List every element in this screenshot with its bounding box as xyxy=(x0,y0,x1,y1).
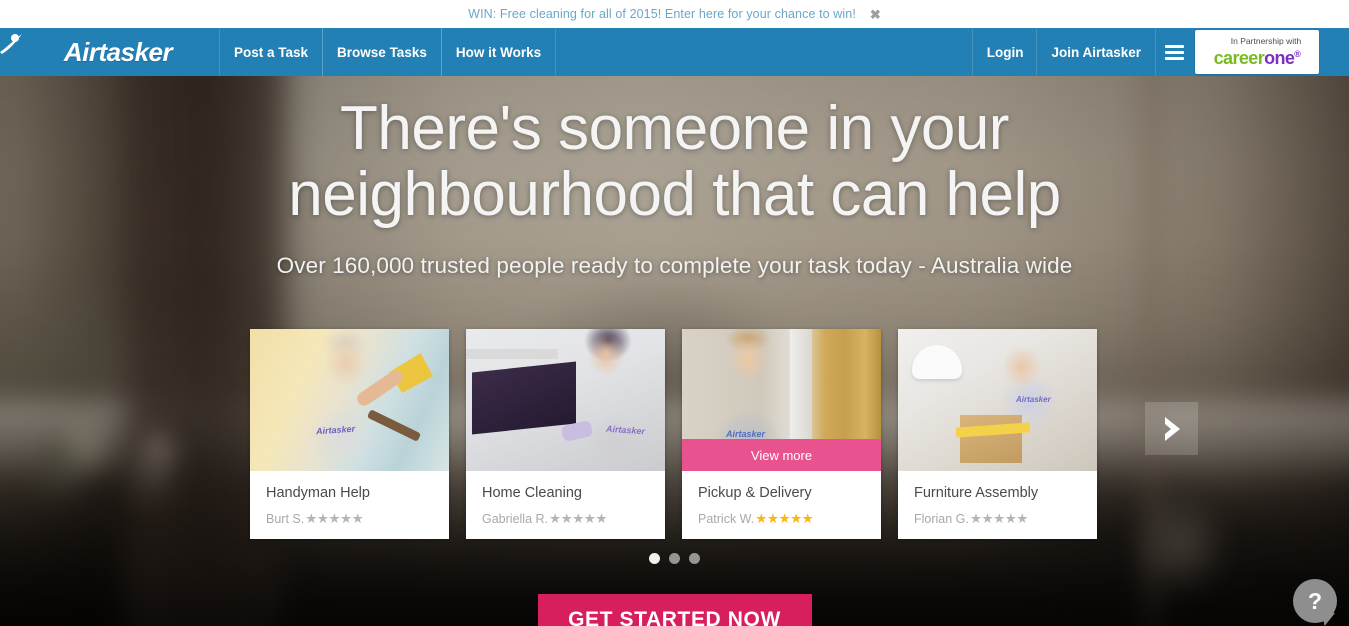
task-card-title: Furniture Assembly xyxy=(914,485,1039,501)
hero-subheadline: Over 160,000 trusted people ready to com… xyxy=(276,253,1073,278)
careerone-logo-career: career xyxy=(1213,47,1265,68)
task-card-username: Florian G. xyxy=(914,512,969,526)
promo-banner: WIN: Free cleaning for all of 2015! Ente… xyxy=(0,0,1349,28)
task-card-username: Gabriella R. xyxy=(482,512,548,526)
task-card-body: Home Cleaning Gabriella R. ★★★★★ xyxy=(466,471,665,539)
task-card-photo: Airtasker xyxy=(466,329,665,471)
carousel-next-button[interactable] xyxy=(1145,402,1198,455)
get-started-now-button[interactable]: GET STARTED NOW xyxy=(537,594,812,626)
cta-container: GET STARTED NOW xyxy=(0,594,1349,626)
airtasker-logo[interactable]: Airtasker xyxy=(0,28,220,76)
task-card-title: Pickup & Delivery xyxy=(698,485,812,501)
airtasker-logo-text: Airtasker xyxy=(63,36,173,67)
nav-primary-links: Post a Task Browse Tasks How it Works xyxy=(219,28,557,76)
shirt-logo-text: Airtasker xyxy=(1016,395,1051,404)
careerone-logo: careerone® xyxy=(1214,49,1301,67)
photo-detail-box xyxy=(960,415,1022,463)
task-card-meta: Burt S. ★★★★★ xyxy=(266,512,433,526)
task-card-photo: Airtasker xyxy=(898,329,1097,471)
task-card-username: Burt S. xyxy=(266,512,305,526)
question-mark-icon: ? xyxy=(1307,587,1323,614)
task-card-meta: Patrick W. ★★★★★ xyxy=(698,512,865,526)
partner-badge-careerone[interactable]: In Partnership with careerone® xyxy=(1195,30,1319,74)
nav-left-group: Airtasker Post a Task Browse Tasks How i… xyxy=(0,28,557,76)
carousel-dot-2[interactable] xyxy=(669,553,680,564)
promo-banner-text[interactable]: WIN: Free cleaning for all of 2015! Ente… xyxy=(468,7,856,21)
task-card-photo: Airtasker xyxy=(250,329,449,471)
close-icon[interactable]: ✖ xyxy=(870,8,881,21)
carousel-dot-1[interactable] xyxy=(649,553,660,564)
partner-caption: In Partnership with xyxy=(1230,36,1302,47)
task-card[interactable]: Airtasker Home Cleaning Gabriella R. ★★★… xyxy=(466,329,665,539)
nav-link-join-airtasker[interactable]: Join Airtasker xyxy=(1036,28,1155,76)
help-chat-button[interactable]: ? xyxy=(1293,579,1337,623)
hero-headline: There's someone in your neighbourhood th… xyxy=(0,96,1349,228)
hero-headline-line-2: neighbourhood that can help xyxy=(288,160,1061,229)
task-card-meta: Florian G. ★★★★★ xyxy=(914,512,1081,526)
task-card-rating-stars: ★★★★★ xyxy=(549,511,608,527)
task-card-title: Handyman Help xyxy=(266,485,370,501)
careerone-logo-one: one xyxy=(1264,47,1295,68)
task-card-body: Handyman Help Burt S. ★★★★★ xyxy=(250,471,449,539)
carousel-dot-3[interactable] xyxy=(689,553,700,564)
task-category-carousel: Airtasker Handyman Help Burt S. ★★★★★ Ai… xyxy=(250,329,1097,539)
carousel-pagination-dots xyxy=(0,553,1349,564)
hero-headline-line-1: There's someone in your xyxy=(340,94,1009,163)
hero-section: There's someone in your neighbourhood th… xyxy=(0,76,1349,626)
task-card-photo: Airtasker View more xyxy=(682,329,881,471)
photo-detail-tv xyxy=(472,361,576,435)
handyman-photo xyxy=(250,329,449,471)
main-navigation-bar: Airtasker Post a Task Browse Tasks How i… xyxy=(0,28,1349,76)
swoosh-icon xyxy=(0,34,22,54)
nav-link-post-a-task[interactable]: Post a Task xyxy=(219,28,324,76)
hamburger-menu-icon[interactable] xyxy=(1155,28,1193,76)
task-card-meta: Gabriella R. ★★★★★ xyxy=(482,512,649,526)
task-card-body: Pickup & Delivery Patrick W. ★★★★★ xyxy=(682,471,881,539)
careerone-logo-trademark: ® xyxy=(1294,48,1301,59)
photo-detail-shelf xyxy=(466,349,558,359)
nav-link-browse-tasks[interactable]: Browse Tasks xyxy=(322,28,442,76)
task-card[interactable]: Airtasker View more Pickup & Delivery Pa… xyxy=(682,329,881,539)
task-card-rating-stars: ★★★★★ xyxy=(755,511,814,527)
task-card[interactable]: Airtasker Handyman Help Burt S. ★★★★★ xyxy=(250,329,449,539)
chevron-right-icon xyxy=(1164,416,1180,441)
shirt-logo-text: Airtasker xyxy=(726,429,766,439)
view-more-button[interactable]: View more xyxy=(682,439,881,471)
task-card-rating-stars: ★★★★★ xyxy=(305,511,364,527)
task-card-body: Furniture Assembly Florian G. ★★★★★ xyxy=(898,471,1097,539)
nav-link-login[interactable]: Login xyxy=(971,28,1038,76)
task-card-rating-stars: ★★★★★ xyxy=(969,511,1029,527)
nav-link-how-it-works[interactable]: How it Works xyxy=(440,28,557,76)
hero-content: There's someone in your neighbourhood th… xyxy=(0,76,1349,626)
task-card-title: Home Cleaning xyxy=(482,485,582,501)
nav-right-group: Login Join Airtasker In Partnership with… xyxy=(971,28,1349,76)
task-card[interactable]: Airtasker Furniture Assembly Florian G. … xyxy=(898,329,1097,539)
task-card-username: Patrick W. xyxy=(698,512,755,526)
